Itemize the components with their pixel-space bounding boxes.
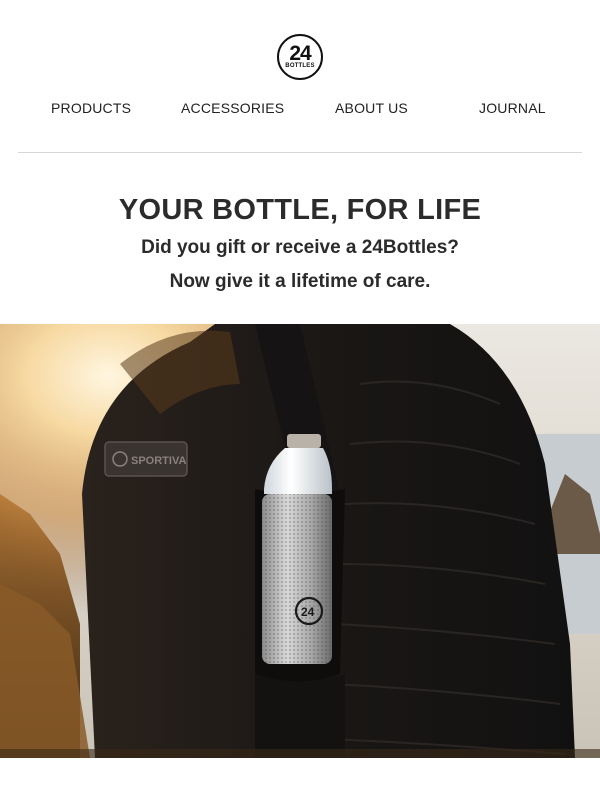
nav-journal-link[interactable]: JOURNAL [479, 100, 546, 116]
nav-accessories-link[interactable]: ACCESSORIES [181, 100, 284, 116]
header-divider [18, 152, 582, 153]
subheadline-line-2: Now give it a lifetime of care. [169, 271, 431, 292]
bottle: 24 [262, 434, 332, 664]
subheadline-line-1: Did you gift or receive a 24Bottles? [141, 237, 459, 258]
brand-logo[interactable]: 24 BOTTLES [277, 34, 323, 80]
bottle-logo-number: 24 [301, 605, 315, 619]
logo-number: 24 [289, 42, 311, 65]
hero-image[interactable]: SPORTIVA 24 [0, 324, 600, 758]
logo-wordmark: BOTTLES [285, 63, 315, 69]
page-headline: YOUR BOTTLE, FOR LIFE [118, 194, 482, 226]
patch-text: SPORTIVA [131, 455, 186, 467]
main-navigation: PRODUCTS ACCESSORIES ABOUT US JOURNAL [0, 100, 600, 120]
nav-products-link[interactable]: PRODUCTS [51, 100, 131, 116]
nav-about-us-link[interactable]: ABOUT US [335, 100, 408, 116]
hero-illustration: SPORTIVA 24 [0, 324, 600, 758]
